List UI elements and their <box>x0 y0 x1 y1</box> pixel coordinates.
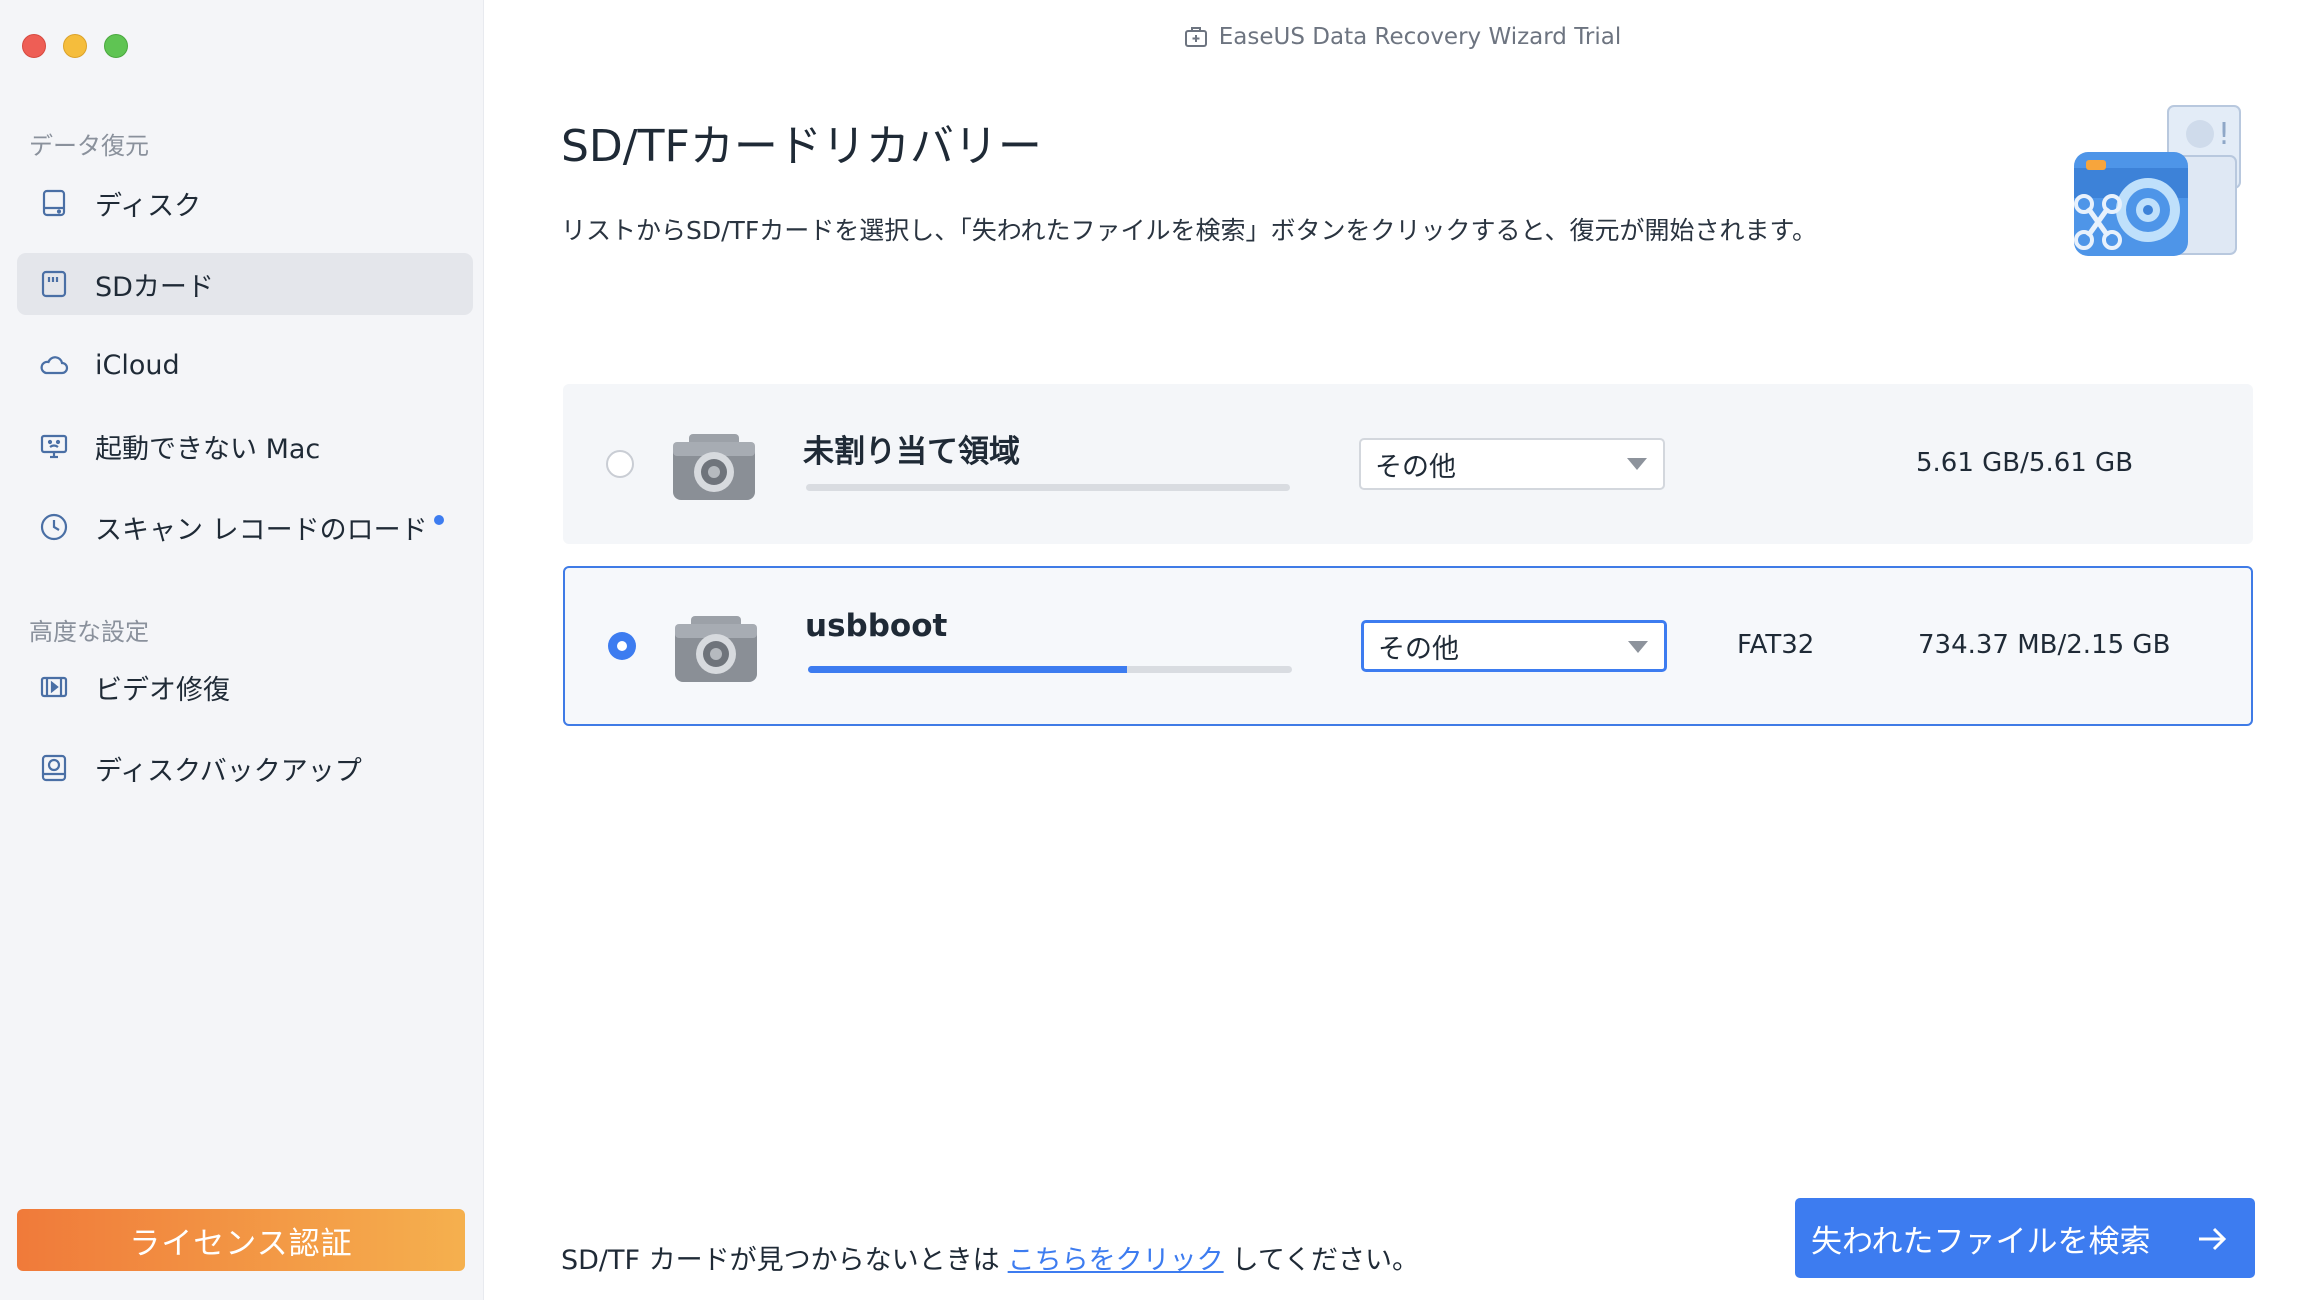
camera-icon <box>673 434 755 500</box>
notification-badge <box>433 515 444 525</box>
minimize-window-button[interactable] <box>63 34 87 58</box>
clock-icon <box>35 508 73 546</box>
license-activation-button[interactable]: ライセンス認証 <box>17 1209 465 1271</box>
sidebar-item-load-scan-record[interactable]: スキャン レコードのロード <box>17 496 473 558</box>
sidebar-item-label: ビデオ修復 <box>95 674 230 706</box>
window-title: EaseUS Data Recovery Wizard Trial <box>484 24 2320 50</box>
click-here-link[interactable]: こちらをクリック <box>1008 1245 1224 1276</box>
chevron-down-icon <box>1627 458 1647 470</box>
medkit-icon <box>1184 27 1207 47</box>
window-title-text: EaseUS Data Recovery Wizard Trial <box>1218 24 1622 50</box>
camera-icon <box>675 616 757 682</box>
sidebar-item-disk[interactable]: ディスク <box>17 172 473 234</box>
sidebar-item-label: 起動できない Mac <box>95 433 321 465</box>
drive-capacity: 734.37 MB/2.15 GB <box>1918 630 2171 660</box>
sidebar-item-video-repair[interactable]: ビデオ修復 <box>17 656 473 718</box>
drive-usage-fill <box>808 666 1128 673</box>
drive-capacity: 5.61 GB/5.61 GB <box>1916 448 2134 478</box>
drive-usage-bar <box>808 666 1292 673</box>
drive-radio[interactable] <box>606 450 634 478</box>
sidebar-item-label: スキャン レコードのロード <box>95 514 428 546</box>
sidebar: データ復元 ディスク SDカード iCloud 起動できない Mac スキャン … <box>0 0 484 1300</box>
window-controls <box>22 34 128 58</box>
sidebar-item-icloud[interactable]: iCloud <box>17 334 473 396</box>
scan-lost-files-button[interactable]: 失われたファイルを検索 <box>1795 1198 2255 1278</box>
page-description: リストからSD/TFカードを選択し、「失われたファイルを検索」ボタンをクリックす… <box>561 216 1817 245</box>
sd-recovery-illustration-icon: ! <box>2074 105 2241 256</box>
zoom-window-button[interactable] <box>104 34 128 58</box>
sidebar-item-label: ディスクバックアップ <box>95 755 362 787</box>
svg-text:!: ! <box>2218 117 2230 152</box>
drive-row-usbboot[interactable]: usbboot その他 FAT32 734.37 MB/2.15 GB <box>563 566 2253 726</box>
footer-prefix: SD/TF カードが見つからないときは <box>561 1245 1000 1276</box>
filesystem-select-value: その他 <box>1375 451 1456 483</box>
close-window-button[interactable] <box>22 34 46 58</box>
drive-row-unallocated[interactable]: 未割り当て領域 その他 5.61 GB/5.61 GB <box>563 384 2253 544</box>
sidebar-item-label: SDカード <box>95 271 214 303</box>
drive-radio[interactable] <box>608 632 636 660</box>
filesystem-type: FAT32 <box>1737 630 1815 660</box>
sd-card-icon <box>35 265 73 303</box>
drive-name: usbboot <box>805 608 948 644</box>
sidebar-item-unbootable-mac[interactable]: 起動できない Mac <box>17 415 473 477</box>
filesystem-select[interactable]: その他 <box>1359 438 1665 490</box>
footer-help-text: SD/TF カードが見つからないときは こちらをクリック してください。 <box>561 1238 1419 1277</box>
sidebar-item-disk-backup[interactable]: ディスクバックアップ <box>17 737 473 799</box>
filesystem-select-value: その他 <box>1378 633 1459 665</box>
backup-disk-icon <box>35 749 73 787</box>
drive-usage-bar <box>806 484 1290 491</box>
drive-name: 未割り当て領域 <box>803 434 1020 470</box>
chevron-down-icon <box>1628 641 1648 653</box>
scan-button-label: 失われたファイルを検索 <box>1811 1223 2151 1259</box>
disk-icon <box>35 184 73 222</box>
section-label-data-recovery: データ復元 <box>29 132 149 160</box>
film-icon <box>35 668 73 706</box>
sidebar-item-label: ディスク <box>95 190 202 222</box>
page-title: SD/TFカードリカバリー <box>561 121 1042 172</box>
section-label-advanced: 高度な設定 <box>29 618 149 646</box>
app-window: データ復元 ディスク SDカード iCloud 起動できない Mac スキャン … <box>0 0 2320 1300</box>
filesystem-select[interactable]: その他 <box>1361 620 1667 672</box>
monitor-icon <box>35 427 73 465</box>
footer-suffix: してください。 <box>1231 1245 1420 1276</box>
arrow-right-icon <box>2199 1227 2227 1251</box>
sidebar-item-label: iCloud <box>95 349 180 381</box>
cloud-icon <box>35 346 73 384</box>
sidebar-item-sd-card[interactable]: SDカード <box>17 253 473 315</box>
